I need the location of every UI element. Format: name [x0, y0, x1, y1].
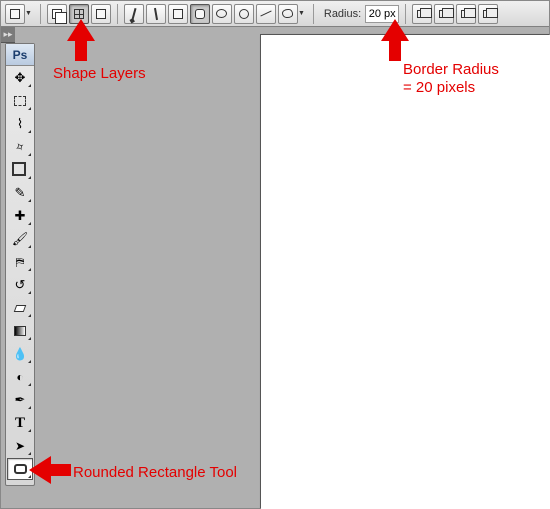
line-shape-button[interactable] [256, 4, 276, 24]
type-tool[interactable]: T [7, 412, 33, 434]
stamp-tool[interactable]: ⛿ [7, 251, 33, 273]
document-canvas[interactable] [261, 35, 550, 509]
move-tool[interactable]: ✥ [7, 67, 33, 89]
crop-tool[interactable] [7, 159, 33, 181]
tools-panel: Ps ✥ ⌇ ✧ ✎ ✚ 🖌 ⛿ ↺ 💧 ◐ ✒ T ➤ [5, 43, 35, 486]
gradient-tool[interactable] [7, 320, 33, 342]
foreground-swatch-button[interactable] [5, 4, 25, 24]
ellipse-shape-button[interactable] [212, 4, 232, 24]
marquee-tool[interactable] [7, 90, 33, 112]
separator [40, 4, 41, 24]
separator [117, 4, 118, 24]
path-selection-tool[interactable]: ➤ [7, 435, 33, 457]
options-bar: ▼ ▼ Radius: [1, 1, 549, 27]
radius-label: Radius: [324, 8, 361, 20]
rectangle-shape-button[interactable] [168, 4, 188, 24]
annotation-rounded-rect: Rounded Rectangle Tool [73, 464, 237, 482]
history-brush-tool[interactable]: ↺ [7, 274, 33, 296]
path-op-add-button[interactable] [412, 4, 432, 24]
app-logo: Ps [6, 44, 34, 66]
arrow-icon [29, 456, 73, 492]
separator [405, 4, 406, 24]
path-op-subtract-button[interactable] [434, 4, 454, 24]
custom-shape-button[interactable] [278, 4, 298, 24]
lasso-tool[interactable]: ⌇ [7, 113, 33, 135]
eyedropper-tool[interactable]: ✎ [7, 182, 33, 204]
paths-mode-button[interactable] [69, 4, 89, 24]
path-op-intersect-button[interactable] [456, 4, 476, 24]
brush-tool[interactable]: 🖌 [7, 228, 33, 250]
fill-pixels-mode-button[interactable] [91, 4, 111, 24]
annotation-shape-layers: Shape Layers [53, 65, 146, 83]
pen-tool-icon[interactable] [124, 4, 144, 24]
rounded-rectangle-tool[interactable] [7, 458, 33, 480]
blur-tool[interactable]: 💧 [7, 343, 33, 365]
heal-tool[interactable]: ✚ [7, 205, 33, 227]
wand-tool[interactable]: ✧ [7, 136, 33, 158]
pen-tool[interactable]: ✒ [7, 389, 33, 411]
separator [313, 4, 314, 24]
shape-layers-mode-button[interactable] [47, 4, 67, 24]
dodge-tool[interactable]: ◐ [7, 366, 33, 388]
polygon-shape-button[interactable] [234, 4, 254, 24]
chevron-down-icon[interactable]: ▼ [25, 10, 32, 17]
radius-input[interactable] [365, 5, 399, 23]
chevron-down-icon[interactable]: ▼ [298, 10, 305, 17]
panel-collapse-handle[interactable]: ▸▸ [1, 27, 15, 43]
freeform-pen-icon[interactable] [146, 4, 166, 24]
path-op-exclude-button[interactable] [478, 4, 498, 24]
eraser-tool[interactable] [7, 297, 33, 319]
rounded-rectangle-shape-button[interactable] [190, 4, 210, 24]
